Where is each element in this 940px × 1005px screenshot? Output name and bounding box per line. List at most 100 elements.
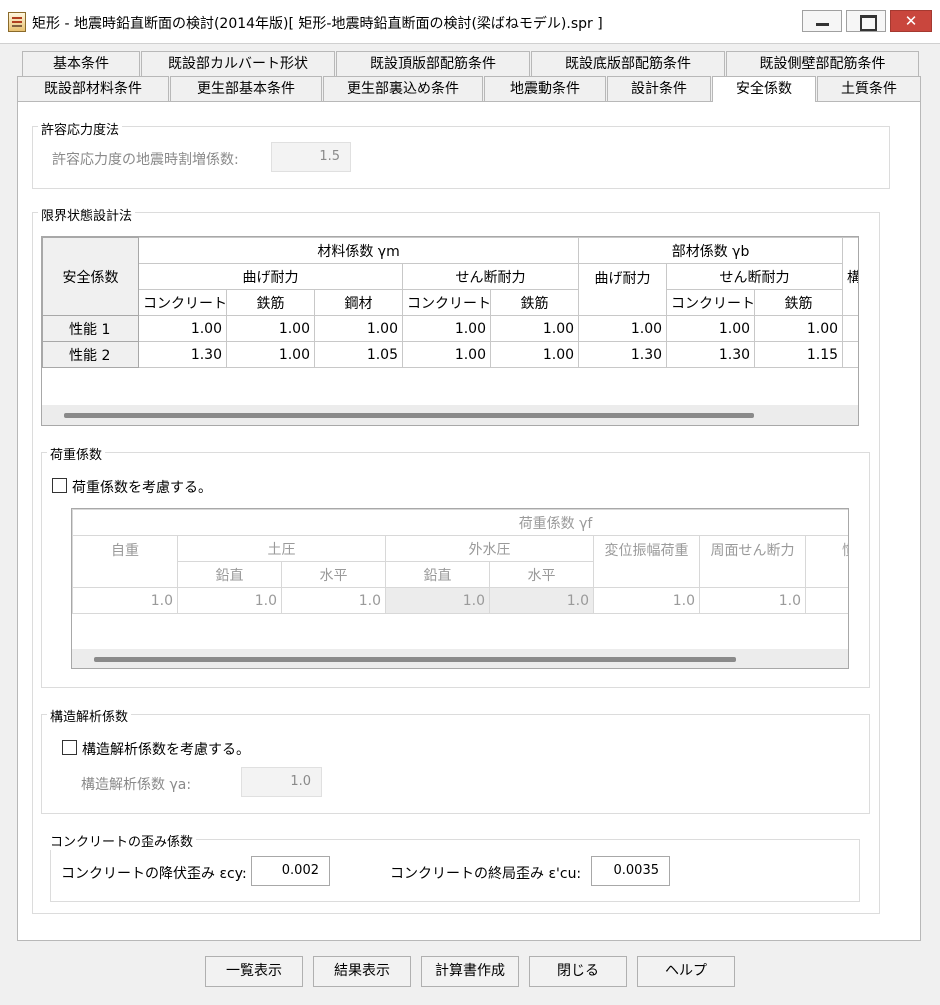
cell-value[interactable]: 1.0 [385,587,490,614]
cell-value[interactable]: 1.0 [489,587,594,614]
header-ep-vertical: 鉛直 [177,561,282,588]
cell-value[interactable]: 1.00 [138,315,227,342]
create-report-button[interactable]: 計算書作成 [421,956,519,987]
structural-factor-label: 構造解析係数 γa: [81,777,192,793]
cell-value[interactable]: 1.30 [578,341,668,368]
header-rebar: 鉄筋 [226,289,315,316]
safety-factor-grid[interactable]: 安全係数 材料係数 γm 部材係数 γb 構 曲げ耐力 せん断耐力 曲げ耐力 せ… [41,236,859,426]
cell-value[interactable]: 1.00 [578,315,668,342]
header-load-factor: 荷重係数 γf [72,509,848,536]
cell-value[interactable]: 1.00 [489,315,580,342]
row-label-performance-1: 性能 1 [42,315,139,342]
tab-renewal-basic[interactable]: 更生部基本条件 [170,76,322,101]
header-ep-horizontal: 水平 [281,561,386,588]
header-shear-concrete: コンクリート [402,289,491,316]
result-view-button[interactable]: 結果表示 [313,956,411,987]
tab-existing-top-slab-rebar[interactable]: 既設頂版部配筋条件 [336,51,530,76]
app-icon [8,12,26,32]
cell-value[interactable]: 1.00 [402,315,491,342]
grid-horizontal-scrollbar[interactable] [42,405,858,425]
header-earth-pressure: 土圧 [177,535,386,562]
cell-value[interactable]: 1.00 [226,315,315,342]
structural-factor-group [41,714,870,814]
header-safety-factor: 安全係数 [42,237,139,316]
header-member-bending: 曲げ耐力 [578,263,668,316]
tab-existing-material[interactable]: 既設部材料条件 [17,76,169,101]
header-material-factor: 材料係数 γm [137,237,580,264]
table-row: 1.0 1.0 1.0 1.0 1.0 1.0 1.0 [72,587,848,614]
load-factor-group-label: 荷重係数 [47,444,106,463]
header-bending-capacity: 曲げ耐力 [138,263,403,290]
cell-value[interactable]: 1.0 [177,587,282,614]
cell-value[interactable]: 1.00 [489,341,580,368]
header-ew-horizontal: 水平 [489,561,594,588]
structural-factor-checkbox[interactable] [62,740,77,755]
load-factor-grid[interactable]: 荷重係数 γf 自重 土圧 外水圧 変位振幅荷重 周面せん断力 慣 鉛直 水平 … [71,508,849,669]
tab-soil-conditions[interactable]: 土質条件 [817,76,921,101]
header-self-weight: 自重 [72,535,178,588]
header-member-rebar: 鉄筋 [754,289,844,316]
cell-value[interactable]: 1.00 [314,315,403,342]
header-displacement-load: 変位振幅荷重 [593,535,700,588]
cell-empty[interactable] [842,341,858,368]
tab-existing-bottom-slab-rebar[interactable]: 既設底版部配筋条件 [531,51,725,76]
minimize-button[interactable] [802,10,842,32]
header-external-water: 外水圧 [385,535,594,562]
cell-empty[interactable] [842,315,858,342]
cell-value[interactable]: 1.05 [314,341,403,368]
header-shear-rebar: 鉄筋 [489,289,580,316]
help-button[interactable]: ヘルプ [637,956,735,987]
structural-factor-field[interactable]: 1.0 [241,767,322,797]
tab-ground-motion[interactable]: 地震動条件 [484,76,606,101]
table-row: 性能 2 1.30 1.00 1.05 1.00 1.00 1.30 1.30 … [42,341,858,368]
yield-strain-label: コンクリートの降伏歪み εcy: [61,866,247,882]
close-window-button[interactable]: ✕ [890,10,932,32]
cell-value[interactable]: 1.0 [72,587,178,614]
header-member-shear: せん断耐力 [666,263,844,290]
header-next-partial: 構 [842,237,858,316]
header-ew-vertical: 鉛直 [385,561,490,588]
structural-factor-checkbox-label[interactable]: 構造解析係数を考慮する。 [82,739,250,759]
scrollbar-thumb[interactable] [64,413,754,418]
allowable-factor-label: 許容応力度の地震時割増係数: [52,152,239,168]
load-grid-horizontal-scrollbar[interactable] [72,649,848,668]
maximize-button[interactable] [846,10,886,32]
tab-safety-factors[interactable]: 安全係数 [712,76,816,102]
tab-existing-culvert-shape[interactable]: 既設部カルバート形状 [141,51,335,76]
cell-value[interactable]: 1.0 [281,587,386,614]
window-title: 矩形 - 地震時鉛直断面の検討(2014年版)[ 矩形-地震時鉛直断面の検討(梁… [32,16,603,32]
load-factor-checkbox-label[interactable]: 荷重係数を考慮する。 [72,477,212,497]
allowable-factor-field[interactable]: 1.5 [271,142,351,172]
row-label-performance-2: 性能 2 [42,341,139,368]
cell-value[interactable]: 1.15 [754,341,844,368]
cell-empty[interactable] [804,587,848,614]
tab-existing-side-wall-rebar[interactable]: 既設側壁部配筋条件 [726,51,919,76]
cell-value[interactable]: 1.30 [138,341,227,368]
tab-basic-conditions[interactable]: 基本条件 [22,51,140,76]
cell-value[interactable]: 1.00 [666,315,756,342]
cell-value[interactable]: 1.0 [593,587,700,614]
tab-renewal-backfill[interactable]: 更生部裏込め条件 [323,76,483,101]
header-shear-capacity: せん断耐力 [401,263,580,290]
ultimate-strain-field[interactable]: 0.0035 [591,856,670,886]
header-perimeter-shear: 周面せん断力 [699,535,806,588]
cell-value[interactable]: 1.00 [754,315,844,342]
header-member-concrete: コンクリート [666,289,756,316]
ultimate-strain-label: コンクリートの終局歪み ε'cu: [390,866,582,882]
cell-value[interactable]: 1.00 [402,341,491,368]
yield-strain-field[interactable]: 0.002 [251,856,330,886]
close-button[interactable]: 閉じる [529,956,627,987]
structural-factor-group-label: 構造解析係数 [47,706,132,725]
tab-design-conditions[interactable]: 設計条件 [607,76,711,101]
cell-value[interactable]: 1.00 [226,341,315,368]
cell-value[interactable]: 1.0 [699,587,806,614]
table-row: 性能 1 1.00 1.00 1.00 1.00 1.00 1.00 1.00 … [42,315,858,342]
load-factor-checkbox[interactable] [52,478,67,493]
title-bar: 矩形 - 地震時鉛直断面の検討(2014年版)[ 矩形-地震時鉛直断面の検討(梁… [0,0,940,44]
scrollbar-thumb[interactable] [94,657,736,662]
list-view-button[interactable]: 一覧表示 [205,956,303,987]
limit-state-group-label: 限界状態設計法 [38,205,136,224]
concrete-strain-group-label: コンクリートの歪み係数 [47,831,197,850]
cell-value[interactable]: 1.30 [666,341,756,368]
header-member-factor: 部材係数 γb [578,237,844,264]
